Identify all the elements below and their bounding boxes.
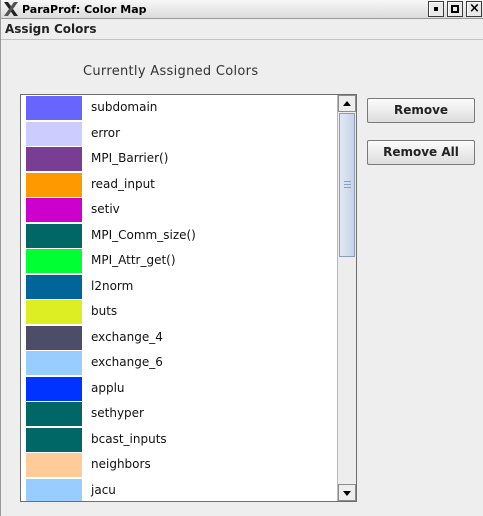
list-item-label: exchange_4 bbox=[91, 329, 163, 344]
color-swatch bbox=[26, 351, 82, 375]
list-item-label: error bbox=[91, 125, 121, 140]
list-item[interactable]: sethyper bbox=[21, 401, 337, 427]
vertical-scrollbar[interactable] bbox=[337, 95, 356, 501]
color-swatch bbox=[26, 376, 82, 401]
up-arrow-icon bbox=[343, 101, 351, 106]
list-item[interactable]: MPI_Barrier() bbox=[21, 146, 337, 172]
list-item-label: applu bbox=[91, 380, 125, 395]
list-item-label: l2norm bbox=[91, 278, 134, 293]
x-window-icon bbox=[4, 2, 18, 16]
color-swatch bbox=[26, 274, 82, 299]
list-item[interactable]: exchange_6 bbox=[21, 350, 337, 376]
list-item-label: read_input bbox=[91, 176, 155, 191]
title-bar[interactable]: ParaProf: Color Map × bbox=[1, 0, 483, 19]
remove-all-button[interactable]: Remove All bbox=[367, 140, 475, 165]
list-item[interactable]: applu bbox=[21, 376, 337, 402]
list-item[interactable]: buts bbox=[21, 299, 337, 325]
scroll-thumb[interactable] bbox=[339, 113, 355, 257]
list-item[interactable]: l2norm bbox=[21, 274, 337, 300]
color-swatch bbox=[26, 147, 82, 171]
list-item[interactable]: subdomain bbox=[21, 95, 337, 121]
color-swatch bbox=[26, 249, 82, 273]
list-item[interactable]: setiv bbox=[21, 197, 337, 223]
maximize-icon bbox=[451, 5, 459, 13]
remove-button[interactable]: Remove bbox=[367, 98, 475, 123]
color-swatch bbox=[26, 172, 82, 197]
menu-bar: Assign Colors bbox=[1, 19, 483, 40]
close-button[interactable]: × bbox=[466, 1, 482, 17]
list-item-label: exchange_6 bbox=[91, 355, 163, 369]
color-swatch bbox=[26, 198, 82, 222]
panel-heading: Currently Assigned Colors bbox=[83, 64, 259, 79]
window-title: ParaProf: Color Map bbox=[22, 3, 147, 16]
color-swatch bbox=[26, 121, 82, 146]
list-item-label: setiv bbox=[91, 202, 120, 216]
list-item-label: MPI_Barrier() bbox=[91, 151, 169, 165]
color-swatch bbox=[26, 427, 82, 452]
list-item[interactable]: MPI_Comm_size() bbox=[21, 223, 337, 249]
color-swatch bbox=[26, 96, 82, 120]
maximize-button[interactable] bbox=[447, 1, 463, 17]
list-item[interactable]: bcast_inputs bbox=[21, 427, 337, 453]
list-item-label: sethyper bbox=[91, 406, 144, 420]
list-item-label: jacu bbox=[91, 482, 116, 497]
list-item[interactable]: MPI_Attr_get() bbox=[21, 248, 337, 274]
list-item-label: neighbors bbox=[91, 457, 151, 471]
scroll-up-button[interactable] bbox=[338, 95, 356, 112]
list-item-label: subdomain bbox=[91, 100, 158, 114]
list-item-label: MPI_Comm_size() bbox=[91, 227, 196, 242]
color-list-box[interactable]: subdomain error MPI_Barrier() read_inputset… bbox=[20, 94, 357, 502]
close-icon: × bbox=[469, 1, 480, 16]
color-swatch bbox=[26, 223, 82, 248]
list-item[interactable]: error bbox=[21, 121, 337, 147]
list-item[interactable]: exchange_4 bbox=[21, 325, 337, 351]
menu-assign-colors[interactable]: Assign Colors bbox=[5, 21, 96, 37]
color-list[interactable]: subdomain error MPI_Barrier() read_inputset… bbox=[21, 95, 337, 501]
minimize-icon bbox=[434, 7, 438, 11]
grip-line bbox=[344, 184, 351, 185]
color-swatch bbox=[26, 453, 82, 477]
down-arrow-icon bbox=[343, 491, 351, 496]
scroll-down-button[interactable] bbox=[338, 484, 356, 501]
color-swatch bbox=[26, 478, 82, 501]
list-item-label: bcast_inputs bbox=[91, 431, 167, 446]
minimize-button[interactable] bbox=[428, 1, 444, 17]
list-item-label: MPI_Attr_get() bbox=[91, 253, 176, 267]
color-swatch bbox=[26, 325, 82, 350]
list-item[interactable]: jacu bbox=[21, 478, 337, 501]
list-item[interactable]: read_input bbox=[21, 172, 337, 198]
grip-line bbox=[344, 187, 351, 188]
color-swatch bbox=[26, 300, 82, 324]
list-item[interactable]: neighbors bbox=[21, 452, 337, 478]
list-item-label: buts bbox=[91, 304, 118, 318]
color-map-window: ParaProf: Color Map × Assign Colors Curr… bbox=[0, 0, 483, 516]
grip-line bbox=[344, 181, 351, 182]
color-swatch bbox=[26, 402, 82, 426]
